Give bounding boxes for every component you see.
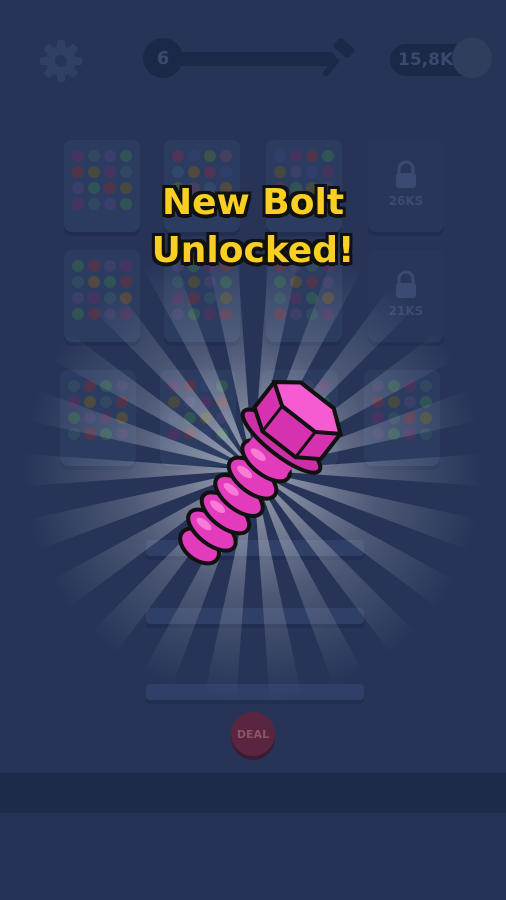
popup-title-line1: New Bolt (161, 182, 345, 223)
bolt-icon (178, 380, 344, 566)
popup-title-line2: Unlocked! (151, 230, 355, 271)
game-stage: 6 15,8K 26KS21KS DEAL New Bolt Unlocked! (0, 0, 506, 900)
